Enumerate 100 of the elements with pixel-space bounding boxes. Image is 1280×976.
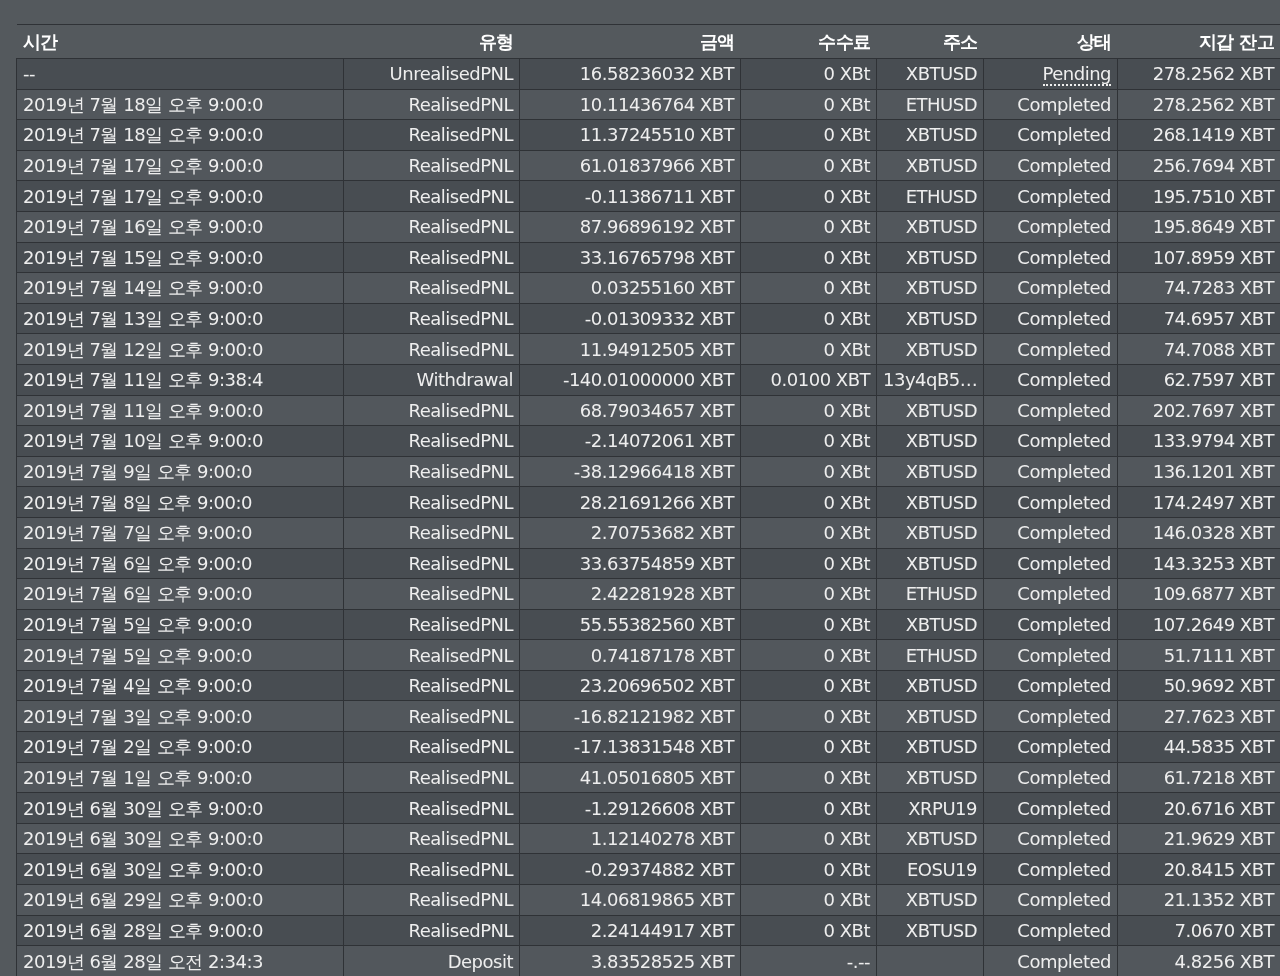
table-cell: 2019년 7월 3일 오후 9:00:0 (16, 700, 344, 732)
table-cell: 2019년 6월 30일 오후 9:00:0 (16, 853, 344, 885)
table-cell: 41.05016805 XBT (519, 762, 741, 793)
table-cell: RealisedPNL (343, 272, 520, 304)
table-cell: XBTUSD (876, 242, 984, 273)
table-cell: 2019년 7월 18일 오후 9:00:0 (16, 89, 344, 120)
table-cell: 2019년 7월 9일 오후 9:00:0 (16, 456, 344, 487)
table-cell: 23.20696502 XBT (519, 670, 741, 701)
table-cell: RealisedPNL (343, 639, 520, 671)
table-cell: RealisedPNL (343, 792, 520, 824)
status-text: Completed (1017, 828, 1111, 850)
table-cell: XBTUSD (876, 670, 984, 701)
table-cell: 33.63754859 XBT (519, 548, 741, 579)
status-text: Completed (1017, 797, 1111, 819)
status-text: Completed (1017, 216, 1111, 238)
status-text: Completed (1017, 124, 1111, 146)
table-cell: 2019년 7월 8일 오후 9:00:0 (16, 486, 344, 518)
table-cell: -140.01000000 XBT (519, 364, 741, 396)
table-cell: XRPU19 (876, 792, 984, 824)
table-cell: 2019년 7월 2일 오후 9:00:0 (16, 731, 344, 763)
table-cell: RealisedPNL (343, 211, 520, 243)
table-cell: 0 XBt (740, 578, 877, 610)
table-cell: XBTUSD (876, 211, 984, 243)
table-cell: XBTUSD (876, 486, 984, 518)
table-cell: RealisedPNL (343, 548, 520, 579)
table-cell: RealisedPNL (343, 517, 520, 548)
table-cell: RealisedPNL (343, 609, 520, 640)
table-cell: 0 XBt (740, 456, 877, 487)
table-cell: 0 XBt (740, 180, 877, 212)
table-cell: XBTUSD (876, 884, 984, 916)
column-header: 상태 (983, 24, 1118, 59)
table-cell: 0 XBt (740, 119, 877, 151)
table-cell: 2019년 6월 28일 오후 9:00:0 (16, 915, 344, 946)
column-header: 수수료 (740, 24, 877, 59)
table-cell: 2019년 7월 11일 오후 9:00:0 (16, 395, 344, 426)
table-cell: 2019년 7월 12일 오후 9:00:0 (16, 333, 344, 365)
table-cell: 0 XBt (740, 915, 877, 946)
column-header: 유형 (343, 24, 520, 59)
status-text: Completed (1017, 491, 1111, 513)
status-text: Completed (1017, 185, 1111, 207)
table-cell: XBTUSD (876, 456, 984, 487)
table-cell: XBTUSD (876, 272, 984, 304)
table-cell: 0 XBt (740, 150, 877, 181)
table-cell: 2019년 7월 11일 오후 9:38:4 (16, 364, 344, 396)
table-cell: 11.37245510 XBT (519, 119, 741, 151)
table-cell: 2019년 6월 28일 오전 2:34:3 (16, 945, 344, 976)
table-cell: XBTUSD (876, 700, 984, 732)
table-cell: 1.12140278 XBT (519, 823, 741, 854)
status-text: Completed (1017, 950, 1111, 972)
table-cell: 0 XBt (740, 731, 877, 763)
table-cell: 16.58236032 XBT (519, 58, 741, 90)
status-text: Completed (1017, 430, 1111, 452)
table-cell: 2019년 7월 1일 오후 9:00:0 (16, 762, 344, 793)
table-cell: 2019년 6월 29일 오후 9:00:0 (16, 884, 344, 916)
status-text: Completed (1017, 461, 1111, 482)
table-cell: -16.82121982 XBT (519, 700, 741, 732)
status-text: Completed (1017, 552, 1111, 574)
table-cell: 2019년 7월 14일 오후 9:00:0 (16, 272, 344, 304)
status-text: Completed (1017, 399, 1111, 421)
table-cell: RealisedPNL (343, 853, 520, 885)
column-header: 시간 (16, 24, 344, 59)
status-text: Completed (1017, 858, 1111, 880)
table-cell: 0 XBt (740, 548, 877, 579)
status-text: Completed (1017, 155, 1111, 177)
status-text: Completed (1017, 246, 1111, 268)
table-cell: 0 XBt (740, 639, 877, 671)
status-text: Completed (1017, 644, 1111, 666)
table-cell: 61.01837966 XBT (519, 150, 741, 181)
status-text: Completed (1017, 614, 1111, 635)
table-cell: 0 XBt (740, 425, 877, 457)
table-cell: RealisedPNL (343, 150, 520, 181)
table-cell: XBTUSD (876, 58, 984, 90)
table-cell: RealisedPNL (343, 762, 520, 793)
table-cell: UnrealisedPNL (343, 58, 520, 90)
table-cell: 0 XBt (740, 700, 877, 732)
table-cell: 28.21691266 XBT (519, 486, 741, 518)
table-cell: RealisedPNL (343, 700, 520, 732)
table-cell: XBTUSD (876, 731, 984, 763)
table-cell: 2019년 7월 5일 오후 9:00:0 (16, 639, 344, 671)
table-cell: XBTUSD (876, 333, 984, 365)
table-cell: 2.24144917 XBT (519, 915, 741, 946)
table-cell: 14.06819865 XBT (519, 884, 741, 916)
status-text: Completed (1017, 522, 1111, 544)
table-cell: XBTUSD (876, 119, 984, 151)
table-cell: 2.42281928 XBT (519, 578, 741, 610)
table-cell: 0 XBt (740, 517, 877, 548)
table-cell: ETHUSD (876, 578, 984, 610)
table-cell: 0.74187178 XBT (519, 639, 741, 671)
table-cell: 10.11436764 XBT (519, 89, 741, 120)
column-header: 지갑 잔고 (1117, 24, 1280, 59)
table-cell: 0 XBt (740, 670, 877, 701)
table-cell: ETHUSD (876, 89, 984, 120)
table-cell: XBTUSD (876, 762, 984, 793)
table-cell: 2019년 7월 17일 오후 9:00:0 (16, 150, 344, 181)
table-cell: -0.29374882 XBT (519, 853, 741, 885)
status-text: Completed (1017, 308, 1111, 330)
table-cell: 0 XBt (740, 211, 877, 243)
table-cell: 0.03255160 XBT (519, 272, 741, 304)
table-cell: XBTUSD (876, 915, 984, 946)
table-cell: RealisedPNL (343, 425, 520, 457)
